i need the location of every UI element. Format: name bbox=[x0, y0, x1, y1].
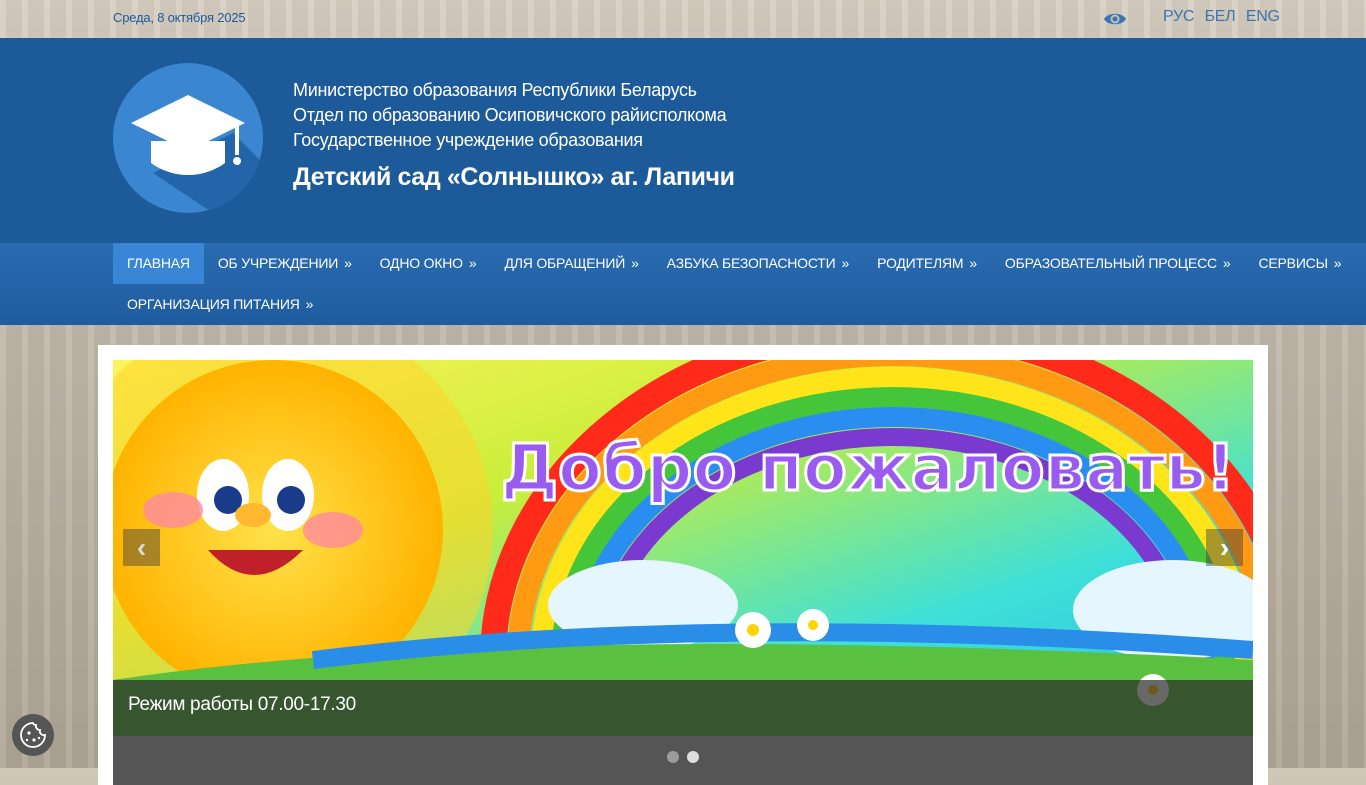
site-header: Министерство образования Республики Бела… bbox=[0, 38, 1366, 243]
lang-en[interactable]: ENG bbox=[1246, 8, 1280, 25]
slider-prev-button[interactable]: ‹ bbox=[123, 529, 160, 566]
nav-item-safety[interactable]: АЗБУКА БЕЗОПАСНОСТИ» bbox=[653, 243, 863, 284]
slider-next-button[interactable]: › bbox=[1206, 529, 1243, 566]
institution-type: Государственное учреждение образования bbox=[293, 130, 643, 150]
header-titles: Министерство образования Республики Бела… bbox=[293, 78, 735, 192]
site-title[interactable]: Детский сад «Солнышко» аг. Лапичи bbox=[293, 163, 735, 192]
department-name: Отдел по образованию Осиповичского райис… bbox=[293, 105, 727, 125]
language-switcher: РУС БЕЛ ENG bbox=[1163, 8, 1286, 26]
lang-by[interactable]: БЕЛ bbox=[1205, 8, 1236, 25]
main-navigation: ГЛАВНАЯ ОБ УЧРЕЖДЕНИИ» ОДНО ОКНО» ДЛЯ ОБ… bbox=[0, 243, 1366, 325]
nav-item-education[interactable]: ОБРАЗОВАТЕЛЬНЫЙ ПРОЦЕСС» bbox=[991, 243, 1245, 284]
cookie-icon[interactable] bbox=[12, 714, 54, 756]
slide-caption-text: Режим работы 07.00-17.30 bbox=[128, 694, 356, 715]
nav-row-1: ГЛАВНАЯ ОБ УЧРЕЖДЕНИИ» ОДНО ОКНО» ДЛЯ ОБ… bbox=[113, 243, 1342, 284]
current-date: Среда, 8 октября 2025 bbox=[113, 10, 246, 25]
nav-item-nutrition[interactable]: ОРГАНИЗАЦИЯ ПИТАНИЯ» bbox=[113, 284, 327, 325]
banner-text: Добро пожаловать! bbox=[501, 432, 1235, 506]
nav-item-appeals[interactable]: ДЛЯ ОБРАЩЕНИЙ» bbox=[490, 243, 652, 284]
nav-item-home[interactable]: ГЛАВНАЯ bbox=[113, 243, 204, 284]
image-slider: Добро пожаловать! ‹ › Режим работы 07.00… bbox=[113, 360, 1253, 736]
nav-row-2: ОРГАНИЗАЦИЯ ПИТАНИЯ» bbox=[113, 284, 1253, 325]
nav-item-about[interactable]: ОБ УЧРЕЖДЕНИИ» bbox=[204, 243, 366, 284]
nav-item-services[interactable]: СЕРВИСЫ» bbox=[1245, 243, 1356, 284]
ministry-name: Министерство образования Республики Бела… bbox=[293, 80, 697, 100]
slider-dot-1[interactable] bbox=[667, 751, 679, 763]
slider-pagination bbox=[113, 736, 1253, 785]
content-panel: Добро пожаловать! ‹ › Режим работы 07.00… bbox=[98, 345, 1268, 785]
lang-ru[interactable]: РУС bbox=[1163, 8, 1194, 25]
graduation-cap-icon[interactable] bbox=[113, 63, 263, 213]
slide-caption: Режим работы 07.00-17.30 bbox=[113, 680, 1253, 736]
nav-item-one-window[interactable]: ОДНО ОКНО» bbox=[366, 243, 491, 284]
slider-dot-2[interactable] bbox=[687, 751, 699, 763]
top-bar: Среда, 8 октября 2025 РУС БЕЛ ENG bbox=[0, 0, 1366, 38]
nav-item-parents[interactable]: РОДИТЕЛЯМ» bbox=[863, 243, 991, 284]
eye-icon[interactable] bbox=[1103, 10, 1127, 28]
